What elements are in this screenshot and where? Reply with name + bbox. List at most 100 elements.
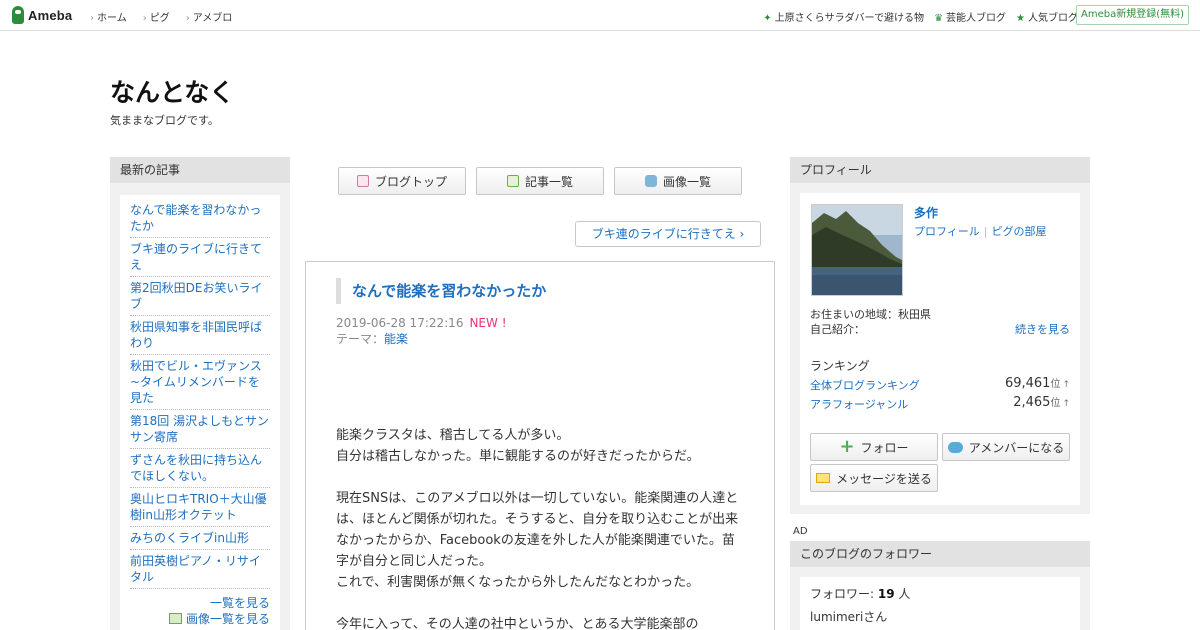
nav-home[interactable]: ホーム [90, 9, 127, 24]
nav-pigg[interactable]: ピグ [143, 9, 170, 24]
popular-blog-link[interactable]: ★ 人気ブログ [1016, 9, 1078, 24]
follow-label: フォロー [860, 440, 909, 455]
profile-read-more-link[interactable]: 続きを見る [1015, 321, 1070, 337]
recent-article-item[interactable]: 前田英樹ピアノ・リサイタル [130, 550, 270, 589]
follower-user[interactable]: lumimeriさん [810, 608, 1070, 625]
recent-article-item[interactable]: みちのくライブin山形 [130, 527, 270, 550]
article-line: 自分は稽古しなかった。単に観能するのが好きだったからだ。 [336, 449, 700, 464]
trend-link[interactable]: ✦ 上原さくらサラダバーで避ける物 [763, 9, 924, 24]
ranking-value-group: 2,465位 ↑ [1013, 394, 1070, 410]
speech-bubble-icon [947, 441, 963, 453]
recent-articles-list: なんで能楽を習わなかったか ブキ連のライブに行きてえ 第2回秋田DEお笑いライブ… [130, 199, 270, 589]
global-header: Ameba ホーム ピグ アメブロ ✦上原さくらサラダバーで避ける物 ♛芸能人ブ… [0, 0, 1200, 31]
amember-button[interactable]: アメンバーになる [942, 433, 1070, 461]
ranking-row: 全体ブログランキング 69,461位 ↑ [810, 375, 1070, 393]
global-nav: ホーム ピグ アメブロ [90, 9, 232, 24]
blog-description: 気ままなブログです。 [110, 114, 219, 127]
image-list-label: 画像一覧 [662, 174, 711, 189]
header-links: ✦ 上原さくらサラダバーで避ける物 ♛ 芸能人ブログ ★ 人気ブログ [763, 9, 1078, 24]
ranking-value: 69,461 [1004, 376, 1051, 391]
follower-count-unit: 人 [894, 587, 911, 601]
recent-article-item[interactable]: 奥山ヒロキTRIO＋大山優樹in山形オクテット [130, 488, 270, 527]
article-paragraph: 能楽クラスタは、稽古してる人が多い。 自分は稽古しなかった。単に観能するのが好き… [336, 425, 746, 467]
followers-card: フォロワー: 19 人 lumimeriさん [800, 577, 1080, 630]
follower-count-label: フォロワー: [810, 587, 878, 601]
profile-area: お住まいの地域：秋田県 [810, 308, 931, 321]
trend-link-label: 上原さくらサラダバーで避ける物 [774, 13, 925, 24]
ranking-label[interactable]: アラフォージャンル [810, 398, 908, 411]
rank-up-icon: ↑ [1062, 399, 1070, 409]
plus-icon: + [839, 436, 855, 457]
follower-count-value: 19 [877, 587, 895, 601]
see-list-link[interactable]: 一覧を見る [210, 596, 270, 610]
recent-article-item[interactable]: 第2回秋田DEお笑いライブ [130, 277, 270, 316]
link-separator: | [983, 225, 988, 238]
envelope-icon [816, 473, 831, 483]
profile-photo[interactable] [811, 204, 903, 296]
image-list-button[interactable]: 画像一覧 [614, 167, 742, 195]
blog-title[interactable]: なんとなく [110, 73, 234, 109]
follower-count: フォロワー: 19 人 [810, 585, 1070, 602]
recent-article-item[interactable]: なんで能楽を習わなかったか [130, 199, 270, 238]
follow-button[interactable]: + フォロー [810, 433, 938, 461]
rank-up-icon: ↑ [1062, 380, 1070, 390]
profile-name[interactable]: 多作 [914, 204, 938, 221]
popular-blog-label: 人気ブログ [1028, 13, 1078, 24]
new-badge: NEW ! [469, 316, 507, 330]
theme-link[interactable]: 能楽 [384, 332, 408, 346]
recent-article-item[interactable]: 秋田でビル・エヴァンス~タイムリメンバードを見た [130, 355, 270, 410]
nav-ameblo[interactable]: アメブロ [186, 9, 233, 24]
sparkle-icon: ✦ [763, 13, 772, 24]
cliff-sea-photo [812, 205, 902, 295]
send-message-label: メッセージを送る [836, 471, 932, 486]
theme-label: テーマ： [336, 332, 385, 346]
article-datetime: 2019-06-28 17:22:16 [336, 316, 464, 330]
ad-label: AD [793, 526, 808, 537]
see-images-link[interactable]: 画像一覧を見る [186, 612, 270, 626]
ranking-heading: ランキング [810, 359, 870, 373]
ranking-value: 2,465 [1013, 395, 1051, 410]
article-title[interactable]: なんで能楽を習わなかったか [336, 278, 546, 304]
recent-articles-heading: 最新の記事 [110, 157, 290, 183]
article-list-button[interactable]: 記事一覧 [476, 167, 604, 195]
celebrity-blog-label: 芸能人ブログ [946, 13, 1007, 24]
star-icon: ★ [1016, 13, 1025, 24]
next-article-link[interactable]: ブキ連のライブに行きてえ › [575, 221, 761, 247]
article-body: 能楽クラスタは、稽古してる人が多い。 自分は稽古しなかった。単に観能するのが好き… [336, 425, 746, 630]
followers-panel: このブログのフォロワー フォロワー: 19 人 lumimeriさん [790, 541, 1090, 630]
article-line: 能楽クラスタは、稽古してる人が多い。 [336, 428, 570, 443]
pigg-room-link[interactable]: ピグの部屋 [992, 225, 1047, 238]
profile-links: プロフィール | ピグの部屋 [914, 223, 1047, 239]
copy-icon [506, 175, 519, 187]
article: なんで能楽を習わなかったか 2019-06-28 17:22:16 NEW ! テ… [305, 261, 775, 630]
recent-articles-panel: 最新の記事 なんで能楽を習わなかったか ブキ連のライブに行きてえ 第2回秋田DE… [110, 157, 290, 630]
amember-label: アメンバーになる [968, 440, 1065, 455]
send-message-button[interactable]: メッセージを送る [810, 464, 938, 492]
profile-link[interactable]: プロフィール [914, 225, 980, 238]
ranking-value-group: 69,461位 ↑ [1005, 375, 1070, 391]
profile-card: 多作 プロフィール | ピグの部屋 お住まいの地域：秋田県 自己紹介： 続きを見る … [800, 193, 1080, 505]
celebrity-blog-link[interactable]: ♛ 芸能人ブログ [934, 9, 1006, 24]
ranking-label[interactable]: 全体ブログランキング [810, 379, 920, 392]
profile-intro-label: 自己紹介： [810, 323, 865, 336]
ranking-row: アラフォージャンル 2,465位 ↑ [810, 394, 1070, 412]
article-paragraph: 今年に入って、その人達の社中というか、とある大学能楽部の [336, 614, 746, 630]
recent-article-item[interactable]: 第18回 湯沢よしもとサンサン寄席 [130, 410, 270, 449]
ameba-logo[interactable]: Ameba [12, 6, 72, 24]
profile-panel: プロフィール 多作 プロフィール | ピグの部屋 お住まいの地域：秋田県 自己紹介：… [790, 157, 1090, 514]
ameba-logo-icon [12, 6, 24, 24]
article-line: 現在SNSは、このアメブロ以外は一切していない。能楽関連の人達とは、ほとんど関係… [336, 491, 739, 569]
ranking-unit: 位 [1050, 379, 1061, 390]
ranking-unit: 位 [1050, 398, 1061, 409]
recent-article-item[interactable]: ずさんを秋田に持ち込んでほしくない。 [130, 449, 270, 488]
logo-text: Ameba [28, 7, 73, 23]
recent-article-item[interactable]: 秋田県知事を非国民呼ばわり [130, 316, 270, 355]
followers-heading: このブログのフォロワー [790, 541, 1090, 567]
recent-article-item[interactable]: ブキ連のライブに行きてえ [130, 238, 270, 277]
article-line: これで、利害関係が無くなったから外したんだなとわかった。 [336, 575, 700, 590]
blog-top-button[interactable]: ブログトップ [338, 167, 466, 195]
camera-icon [644, 175, 657, 187]
recent-more-links: 一覧を見る 画像一覧を見る [130, 595, 270, 627]
crown-icon: ♛ [934, 13, 944, 24]
signup-button[interactable]: Ameba新規登録(無料) [1076, 5, 1189, 25]
